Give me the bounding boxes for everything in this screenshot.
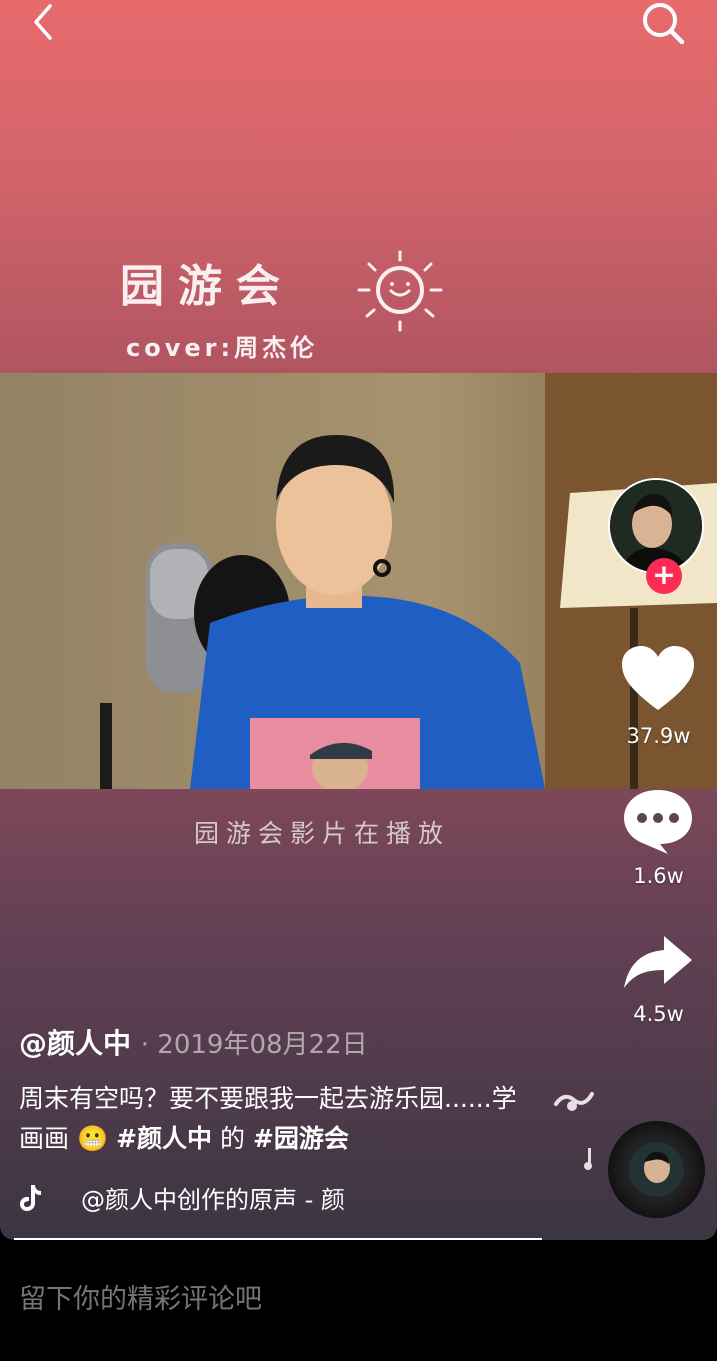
share-count: 4.5w	[633, 1002, 684, 1026]
music-disc-cover	[629, 1142, 684, 1197]
comment-count: 1.6w	[633, 864, 684, 888]
search-icon	[643, 3, 685, 45]
post-caption: @颜人中 · 2019年08月22日 周末有空吗？要不要跟我一起去游乐园....…	[19, 1024, 579, 1159]
sun-doodle-icon	[357, 250, 443, 332]
video-cover-credit: cover:周杰伦	[126, 334, 319, 362]
music-disc-button[interactable]	[608, 1121, 705, 1218]
like-button[interactable]	[620, 644, 696, 714]
share-button[interactable]	[620, 932, 696, 992]
comment-bubble-icon	[624, 790, 692, 854]
hashtag-link[interactable]: #颜人中	[116, 1124, 212, 1153]
video-overlay-caption: 园游会影片在播放	[194, 819, 451, 848]
like-count: 37.9w	[626, 724, 691, 748]
back-button[interactable]	[20, 0, 70, 46]
comment-button[interactable]	[620, 786, 696, 856]
heart-icon	[622, 646, 694, 710]
music-title: @颜人中创作的原声 - 颜	[81, 1186, 345, 1214]
hashtag-link[interactable]: #园游会	[253, 1124, 349, 1153]
author-avatar-button[interactable]: +	[608, 478, 704, 594]
comment-input[interactable]	[19, 1280, 619, 1320]
author-name-link[interactable]: @颜人中	[19, 1027, 131, 1060]
floating-notes-icon	[550, 1078, 600, 1178]
chevron-left-icon	[34, 4, 52, 40]
description-connector: 的	[219, 1124, 245, 1153]
video-title-art: 园游会 cover:周杰伦	[120, 250, 460, 370]
tiktok-note-icon	[20, 1185, 41, 1211]
share-arrow-icon	[624, 936, 692, 988]
music-info[interactable]: @颜人中创作的原声 - 颜	[19, 1183, 539, 1219]
post-date: · 2019年08月22日	[140, 1030, 368, 1060]
search-button[interactable]	[636, 0, 692, 50]
video-title: 园游会	[120, 261, 294, 312]
grimace-emoji: 😬	[76, 1124, 109, 1153]
follow-button[interactable]: +	[646, 558, 682, 594]
comment-bar	[0, 1240, 717, 1361]
post-description: 周末有空吗？要不要跟我一起去游乐园......学画画 😬 #颜人中 的 #园游会	[19, 1079, 519, 1159]
